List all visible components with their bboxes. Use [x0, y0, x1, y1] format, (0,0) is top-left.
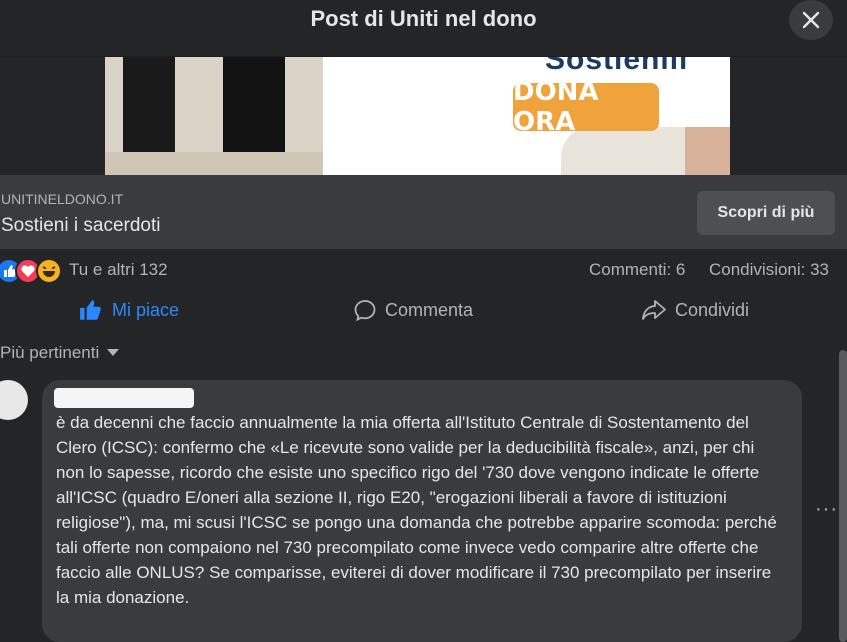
comment-label: Commenta: [385, 299, 474, 320]
share-button[interactable]: Condividi: [641, 292, 749, 328]
modal-header: Post di Uniti nel dono: [0, 0, 847, 44]
comment-icon: [354, 300, 376, 322]
ad-photo: [105, 57, 323, 175]
chevron-down-icon: [107, 349, 120, 356]
reactions-bar: Tu e altri 132 Commenti: 6 Condivisioni:…: [0, 258, 847, 284]
link-title[interactable]: Sostieni i sacerdoti: [1, 215, 160, 237]
action-bar: Mi piace Commenta Condividi: [0, 292, 847, 328]
share-label: Condividi: [675, 299, 750, 320]
comment-author-redacted[interactable]: [54, 388, 194, 408]
learn-more-button[interactable]: Scopri di più: [697, 191, 835, 235]
link-domain: UNITINELDONO.IT: [1, 191, 124, 207]
ad-headline: Sostienili: [545, 57, 689, 76]
close-button[interactable]: [789, 0, 833, 40]
shares-count[interactable]: Condivisioni: 33: [709, 260, 829, 280]
scrollbar[interactable]: [839, 350, 847, 642]
comment-sort-dropdown[interactable]: Più pertinenti: [0, 343, 120, 363]
comment-text: è da decenni che faccio annualmente la m…: [56, 413, 777, 607]
link-preview[interactable]: UNITINELDONO.IT Sostieni i sacerdoti Sco…: [0, 175, 847, 249]
share-icon: [642, 300, 666, 320]
comment-bubble: è da decenni che faccio annualmente la m…: [42, 380, 802, 642]
reactions-summary[interactable]: Tu e altri 132: [69, 260, 168, 280]
haha-icon[interactable]: [36, 258, 62, 284]
like-label: Mi piace: [112, 299, 180, 320]
modal-title: Post di Uniti nel dono: [310, 6, 537, 31]
comments-count[interactable]: Commenti: 6: [589, 260, 685, 280]
ad-photo-legs: [685, 127, 730, 175]
like-button[interactable]: Mi piace: [78, 292, 179, 328]
comment-button[interactable]: Commenta: [353, 292, 473, 328]
avatar[interactable]: [0, 380, 28, 420]
thumbs-up-icon: [80, 300, 101, 320]
donate-now-button[interactable]: DONA ORA: [513, 77, 659, 137]
more-options-icon[interactable]: ···: [815, 498, 838, 521]
close-icon: [802, 11, 820, 29]
ad-image[interactable]: Sostienili DONA ORA: [105, 57, 730, 175]
sort-label: Più pertinenti: [0, 343, 100, 362]
